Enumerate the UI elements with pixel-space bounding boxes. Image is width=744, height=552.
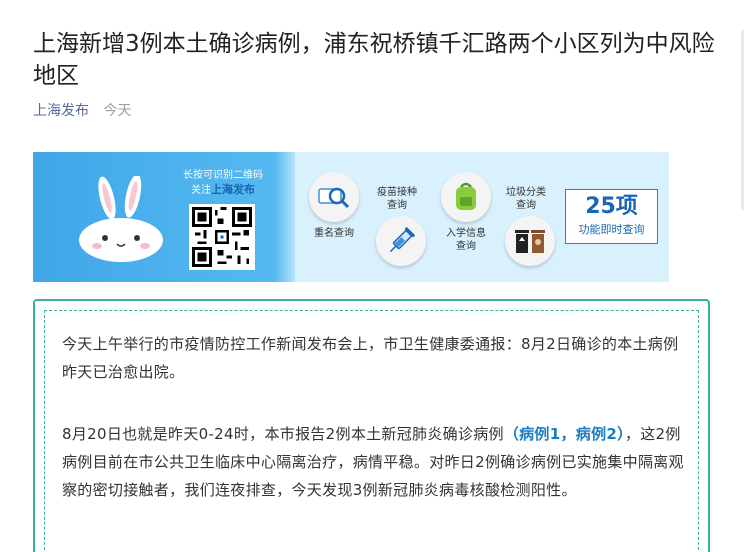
syringe-icon [389, 226, 416, 253]
account-link[interactable]: 上海发布 [33, 103, 89, 119]
scan-hint: 长按可识别二维码 关注上海发布 [173, 169, 273, 198]
garbage-sort-button[interactable] [505, 216, 555, 266]
paragraph-1: 今天上午举行的市疫情防控工作新闻发布会上，市卫生健康委通报：8月2日确诊的本土病… [62, 335, 679, 381]
feature-count: 25项 [585, 194, 638, 219]
paragraph-2-text-a: 8月20日也就是昨天0-24时，本市报告2例本土新冠肺炎确诊病例 [62, 425, 504, 443]
name-lookup-button[interactable] [309, 172, 359, 222]
service-banner[interactable]: 长按可识别二维码 关注上海发布 重名查询 疫苗接种 查询 入学信息 查询 垃圾分… [33, 152, 669, 282]
vaccine-lookup-button[interactable] [376, 216, 426, 266]
feature-count-caption: 功能即时查询 [578, 223, 645, 236]
qr-code-icon[interactable] [189, 204, 255, 270]
case-reference-link[interactable]: （病例1，病例2） [504, 425, 625, 443]
schoolbag-icon [456, 182, 476, 210]
scan-hint-line1: 长按可识别二维码 [183, 170, 263, 181]
publish-date: 今天 [103, 103, 132, 119]
article-title: 上海新增3例本土确诊病例，浦东祝桥镇千汇路两个小区列为中风险地区 [33, 31, 715, 89]
bunny-mascot-icon [79, 176, 163, 262]
scan-hint-line2: 关注上海发布 [191, 183, 255, 196]
service-label-vaccine: 疫苗接种 查询 [377, 187, 417, 211]
service-label-school: 入学信息 查询 [446, 228, 486, 252]
paragraph-2: 8月20日也就是昨天0-24时，本市报告2例本土新冠肺炎确诊病例（病例1，病例2… [62, 420, 684, 504]
article-meta: 上海发布 今天 [33, 101, 131, 121]
school-info-button[interactable] [441, 172, 491, 222]
service-label-name-lookup: 重名查询 [314, 228, 354, 239]
magnifier-id-icon [318, 187, 350, 209]
trash-bins-icon [515, 230, 545, 253]
feature-count-box[interactable]: 25项 功能即时查询 [565, 189, 658, 244]
service-label-garbage: 垃圾分类 查询 [506, 187, 546, 211]
